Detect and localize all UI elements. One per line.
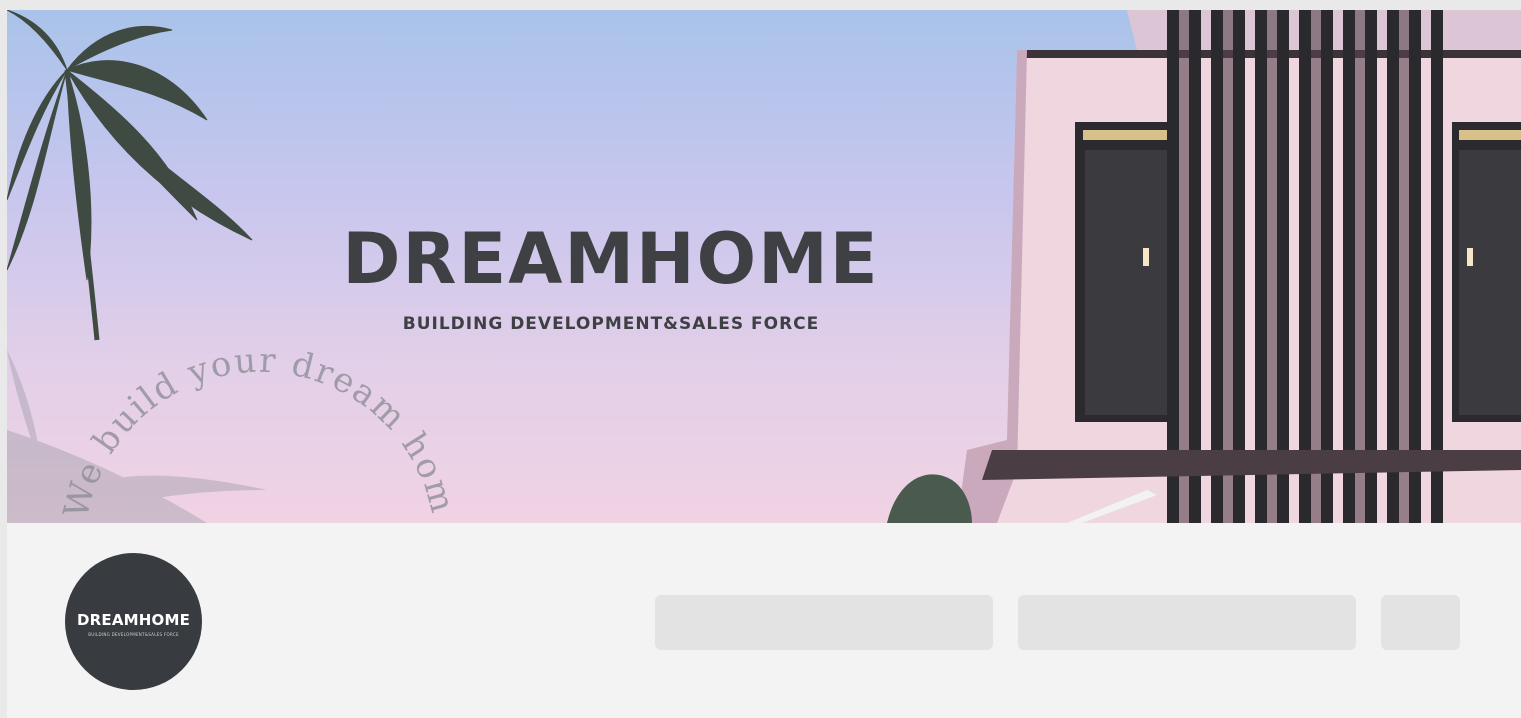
profile-header: DREAMHOME BUILDING DEVELOPMENT&SALES FOR… bbox=[7, 523, 1521, 718]
action-placeholder-2 bbox=[1018, 595, 1356, 650]
building-illustration bbox=[887, 10, 1521, 523]
cover-brand-subtitle: BUILDING DEVELOPMENT&SALES FORCE bbox=[402, 314, 820, 334]
cover-brand-title: DREAMHOME bbox=[342, 218, 880, 300]
action-placeholder-3 bbox=[1381, 595, 1460, 650]
avatar-logo-title: DREAMHOME bbox=[76, 610, 191, 629]
cover-banner: We build your dream home. bbox=[7, 10, 1521, 523]
profile-avatar[interactable]: DREAMHOME BUILDING DEVELOPMENT&SALES FOR… bbox=[65, 553, 202, 690]
avatar-logo-subtitle: BUILDING DEVELOPMENT&SALES FORCE bbox=[88, 631, 179, 637]
action-placeholder-1 bbox=[655, 595, 993, 650]
palm-tree-illustration bbox=[7, 10, 253, 341]
